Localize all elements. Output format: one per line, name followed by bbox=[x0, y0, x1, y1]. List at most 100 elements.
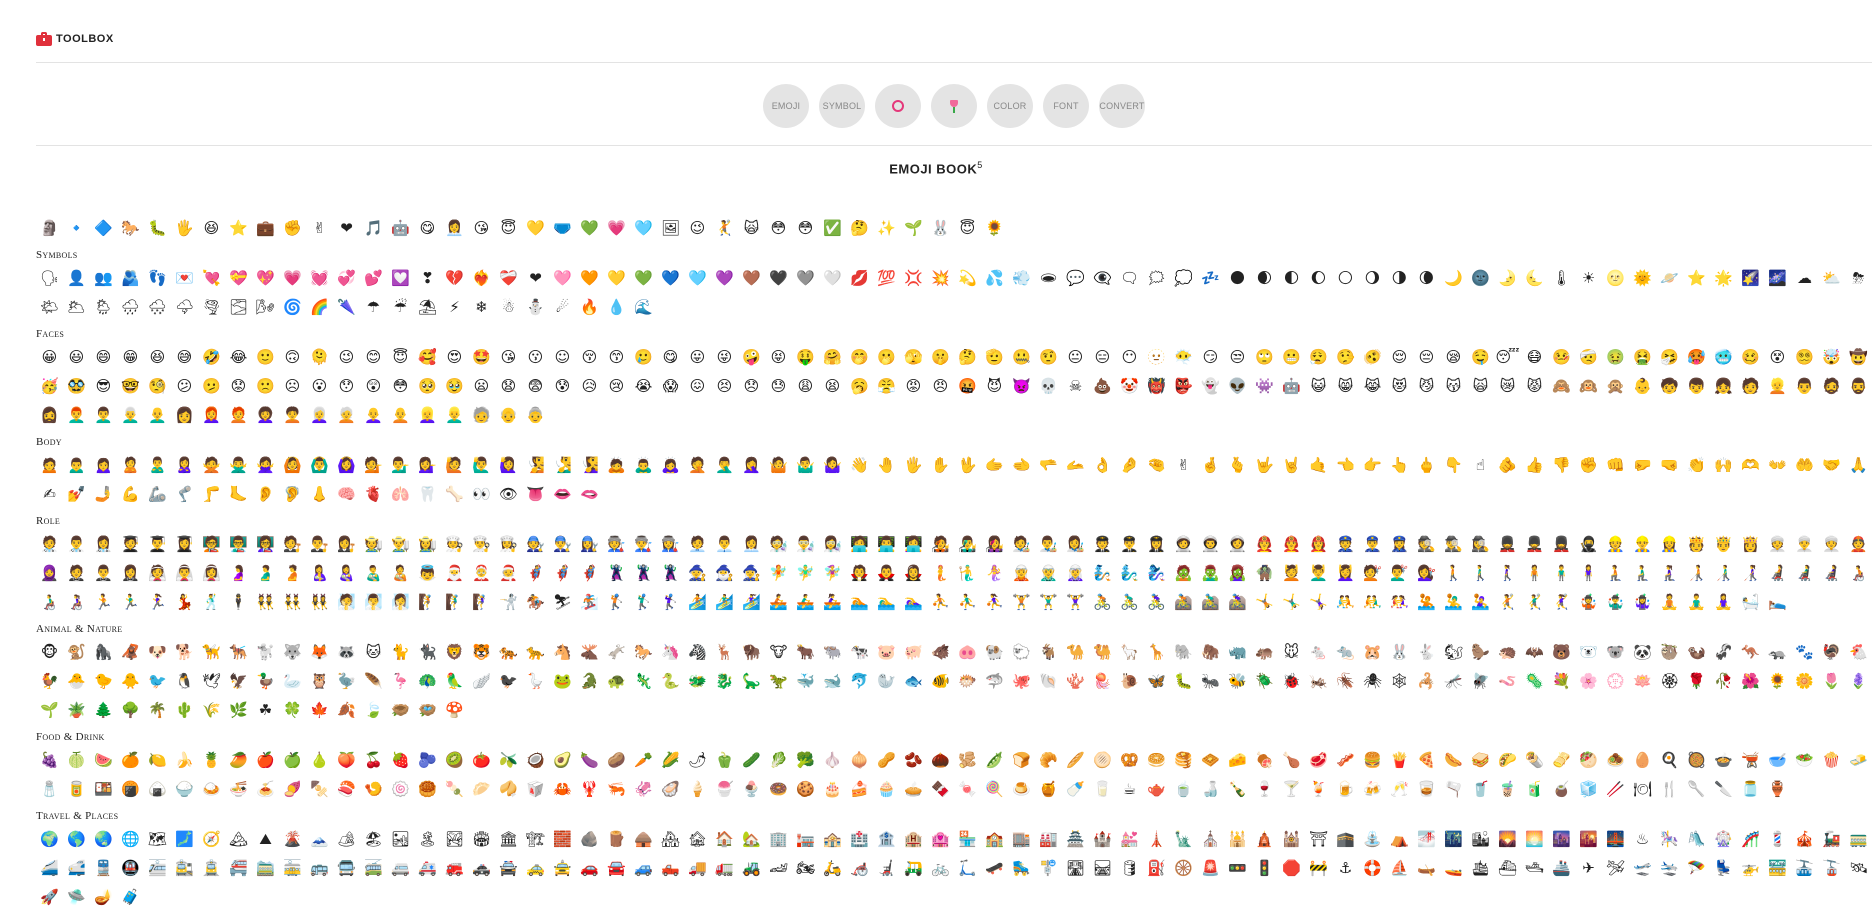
emoji-item[interactable]: 🐂 bbox=[792, 638, 819, 667]
emoji-item[interactable]: 🐟 bbox=[900, 667, 927, 696]
emoji-item[interactable]: 🏦 bbox=[873, 825, 900, 854]
emoji-item[interactable]: 🫑 bbox=[711, 746, 738, 775]
emoji-item[interactable]: 🎢 bbox=[1737, 825, 1764, 854]
emoji-item[interactable]: 🌻 bbox=[981, 214, 1008, 243]
emoji-item[interactable]: 🥑 bbox=[549, 746, 576, 775]
emoji-item[interactable]: 🍳 bbox=[1656, 746, 1683, 775]
emoji-item[interactable]: 👨‍🍼 bbox=[360, 559, 387, 588]
emoji-item[interactable]: 🚂 bbox=[1818, 825, 1845, 854]
emoji-item[interactable]: 🙍‍♀ bbox=[90, 451, 117, 480]
emoji-item[interactable]: 🤵‍♀ bbox=[117, 559, 144, 588]
emoji-item[interactable]: 🚣‍♂ bbox=[792, 588, 819, 617]
emoji-item[interactable]: ❄ bbox=[468, 293, 495, 322]
emoji-item[interactable]: 🥰 bbox=[414, 343, 441, 372]
emoji-item[interactable]: ☂ bbox=[360, 293, 387, 322]
emoji-item[interactable]: 🥐 bbox=[1035, 746, 1062, 775]
emoji-item[interactable]: 💤 bbox=[1197, 264, 1224, 293]
emoji-item[interactable]: 🏔 bbox=[225, 825, 252, 854]
emoji-item[interactable]: ✨ bbox=[873, 214, 900, 243]
emoji-item[interactable]: 💆 bbox=[1278, 559, 1305, 588]
emoji-item[interactable]: 🍺 bbox=[1332, 775, 1359, 804]
emoji-item[interactable]: 🥶 bbox=[1710, 343, 1737, 372]
emoji-item[interactable]: ☠ bbox=[1062, 372, 1089, 401]
emoji-item[interactable]: 👨‍🔧 bbox=[549, 530, 576, 559]
emoji-item[interactable]: 🛕 bbox=[1251, 825, 1278, 854]
emoji-item[interactable]: 🫦 bbox=[576, 480, 603, 509]
emoji-item[interactable]: 👍 bbox=[1521, 451, 1548, 480]
emoji-item[interactable]: 🌔 bbox=[1305, 264, 1332, 293]
emoji-item[interactable]: 👯 bbox=[252, 588, 279, 617]
emoji-item[interactable]: 😊 bbox=[360, 343, 387, 372]
emoji-item[interactable]: 🧟‍♀ bbox=[1224, 559, 1251, 588]
emoji-item[interactable]: 🏺 bbox=[1764, 775, 1791, 804]
emoji-item[interactable]: ✍ bbox=[36, 480, 63, 509]
emoji-item[interactable]: 🧎‍♂ bbox=[1629, 559, 1656, 588]
emoji-item[interactable]: 🌜 bbox=[1521, 264, 1548, 293]
emoji-item[interactable]: 🤵‍♂ bbox=[90, 559, 117, 588]
emoji-item[interactable]: 🏃‍♂ bbox=[117, 588, 144, 617]
emoji-item[interactable]: 🥚 bbox=[1629, 746, 1656, 775]
emoji-item[interactable]: 🧏 bbox=[522, 451, 549, 480]
emoji-item[interactable]: ⚓ bbox=[1332, 854, 1359, 883]
emoji-item[interactable]: 👨‍⚖ bbox=[306, 530, 333, 559]
emoji-item[interactable]: 🤹 bbox=[1575, 588, 1602, 617]
emoji-item[interactable]: 👿 bbox=[1008, 372, 1035, 401]
nav-ring-button[interactable] bbox=[875, 84, 921, 128]
emoji-item[interactable]: ⛩ bbox=[1305, 825, 1332, 854]
emoji-item[interactable]: 🤔 bbox=[846, 214, 873, 243]
emoji-item[interactable]: 😖 bbox=[684, 372, 711, 401]
emoji-item[interactable]: 🙆‍♂ bbox=[306, 451, 333, 480]
emoji-item[interactable]: 😇 bbox=[387, 343, 414, 372]
emoji-item[interactable]: 🦗 bbox=[1305, 667, 1332, 696]
emoji-item[interactable]: 🍻 bbox=[1359, 775, 1386, 804]
emoji-item[interactable]: 🕊 bbox=[198, 667, 225, 696]
emoji-item[interactable]: 🫥 bbox=[1143, 343, 1170, 372]
emoji-item[interactable]: 👂 bbox=[252, 480, 279, 509]
emoji-item[interactable]: 🧍‍♀ bbox=[1575, 559, 1602, 588]
emoji-item[interactable]: 💞 bbox=[333, 264, 360, 293]
emoji-item[interactable]: 🧃 bbox=[1521, 775, 1548, 804]
emoji-item[interactable]: 🍛 bbox=[198, 775, 225, 804]
emoji-item[interactable]: 😮 bbox=[306, 372, 333, 401]
emoji-item[interactable]: 😺 bbox=[1305, 372, 1332, 401]
emoji-item[interactable]: 💦 bbox=[981, 264, 1008, 293]
emoji-item[interactable]: 🚥 bbox=[1224, 854, 1251, 883]
emoji-item[interactable]: 👩‍🔬 bbox=[819, 530, 846, 559]
emoji-item[interactable]: ⛷ bbox=[549, 588, 576, 617]
emoji-item[interactable]: 👮‍♀ bbox=[1386, 530, 1413, 559]
emoji-item[interactable]: 👥 bbox=[90, 264, 117, 293]
emoji-item[interactable]: 🙀 bbox=[738, 214, 765, 243]
emoji-item[interactable]: 🍗 bbox=[1278, 746, 1305, 775]
emoji-item[interactable]: 🙇 bbox=[603, 451, 630, 480]
emoji-item[interactable]: 👤 bbox=[63, 264, 90, 293]
emoji-item[interactable]: 🚅 bbox=[63, 854, 90, 883]
emoji-item[interactable]: 🛣 bbox=[1062, 854, 1089, 883]
emoji-item[interactable]: 🛝 bbox=[1683, 825, 1710, 854]
emoji-item[interactable]: 🦴 bbox=[441, 480, 468, 509]
emoji-item[interactable]: 🦂 bbox=[1413, 667, 1440, 696]
emoji-item[interactable]: 🐎 bbox=[117, 214, 144, 243]
emoji-item[interactable]: 👽 bbox=[1224, 372, 1251, 401]
emoji-item[interactable]: 😘 bbox=[495, 343, 522, 372]
emoji-item[interactable]: 🦋 bbox=[1143, 667, 1170, 696]
emoji-item[interactable]: 🛺 bbox=[900, 854, 927, 883]
emoji-item[interactable]: 🤽‍♂ bbox=[1440, 588, 1467, 617]
emoji-item[interactable]: 🫛 bbox=[981, 746, 1008, 775]
emoji-item[interactable]: 👁‍🗨 bbox=[1089, 264, 1116, 293]
emoji-item[interactable]: 🫙 bbox=[1737, 775, 1764, 804]
emoji-item[interactable]: 🏰 bbox=[1089, 825, 1116, 854]
emoji-item[interactable]: 🛻 bbox=[657, 854, 684, 883]
emoji-item[interactable]: 🍘 bbox=[117, 775, 144, 804]
emoji-item[interactable]: 🤾‍♂ bbox=[1521, 588, 1548, 617]
emoji-item[interactable]: ✋ bbox=[927, 451, 954, 480]
emoji-item[interactable]: 🫶 bbox=[1737, 451, 1764, 480]
emoji-item[interactable]: 🌨 bbox=[144, 293, 171, 322]
emoji-item[interactable]: 🌬 bbox=[252, 293, 279, 322]
emoji-item[interactable]: 🧑‍⚖ bbox=[279, 530, 306, 559]
emoji-item[interactable]: 🚖 bbox=[549, 854, 576, 883]
emoji-item[interactable]: ⭐ bbox=[1683, 264, 1710, 293]
emoji-item[interactable]: 👩‍🚒 bbox=[1305, 530, 1332, 559]
emoji-item[interactable]: 🐰 bbox=[1386, 638, 1413, 667]
emoji-item[interactable]: 🧗 bbox=[414, 588, 441, 617]
emoji-item[interactable]: 🚊 bbox=[198, 854, 225, 883]
